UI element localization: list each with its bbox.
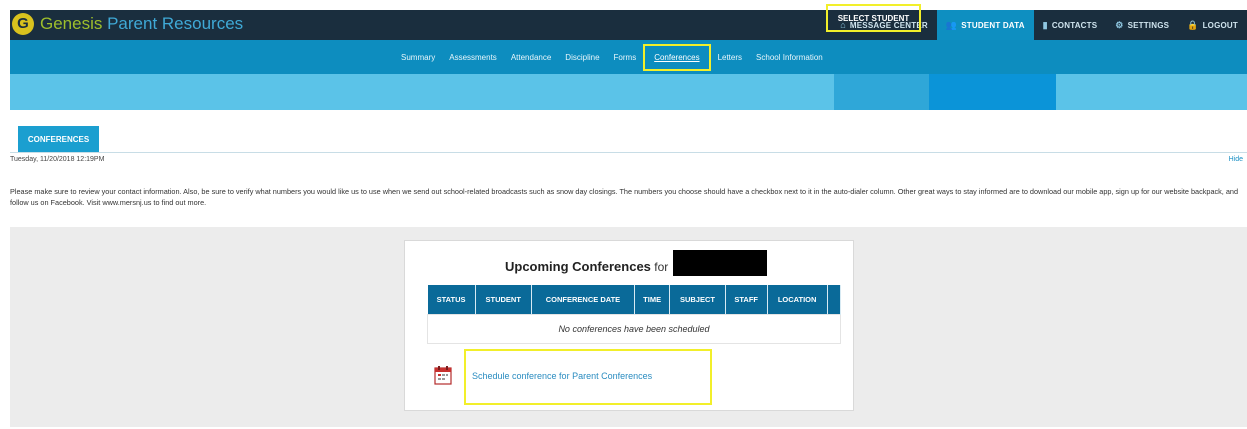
column-header-status[interactable]: STATUS	[427, 285, 476, 314]
column-header-conference-date[interactable]: CONFERENCE DATE	[531, 285, 636, 314]
tab-divider	[10, 152, 1247, 153]
student-bar-segment-dark	[929, 74, 1056, 110]
subnav-links: Summary Assessments Attendance Discipline Fo…	[394, 40, 830, 74]
app-title: Genesis Parent Resources	[40, 14, 243, 34]
student-data-subnav: Summary Assessments Attendance Discipline Fo…	[10, 40, 1247, 74]
subnav-attendance[interactable]: Attendance	[504, 53, 558, 62]
table-header-row: STATUS STUDENT CONFERENCE DATE TIME SUBJECT S…	[427, 285, 842, 314]
column-header-subject[interactable]: SUBJECT	[669, 285, 726, 314]
column-header-location[interactable]: LOCATION	[767, 285, 828, 314]
student-select-bar	[10, 74, 1247, 110]
subnav-conferences[interactable]: Conferences	[643, 43, 711, 71]
topnav-label: SETTINGS	[1127, 20, 1170, 30]
subnav-discipline[interactable]: Discipline	[558, 53, 606, 62]
app-title-rest: Parent Resources	[102, 14, 244, 33]
topnav-contacts[interactable]: ▮ CONTACTS	[1034, 10, 1107, 40]
subnav-school-information[interactable]: School Information	[749, 53, 830, 62]
subnav-assessments[interactable]: Assessments	[442, 53, 504, 62]
upcoming-conferences-panel: Upcoming Conferences for STATUS STUDENT CO…	[404, 240, 854, 411]
subnav-letters[interactable]: Letters	[711, 53, 749, 62]
column-header-spacer	[827, 285, 842, 314]
gear-icon: ⚙	[1115, 19, 1124, 30]
student-bar-segment	[834, 74, 929, 110]
column-header-staff[interactable]: STAFF	[725, 285, 768, 314]
column-header-student[interactable]: STUDENT	[475, 285, 532, 314]
table-row: No conferences have been scheduled	[427, 313, 841, 344]
select-student-button[interactable]: SELECT STUDENT	[826, 4, 921, 32]
topnav-label: STUDENT DATA	[961, 20, 1025, 30]
genesis-logo[interactable]: G	[12, 13, 34, 35]
contact-info-notice: Please make sure to review your contact …	[10, 187, 1239, 207]
topnav-student-data[interactable]: 👥 STUDENT DATA	[936, 10, 1034, 40]
hide-link[interactable]: Hide	[1229, 156, 1243, 163]
column-header-time[interactable]: TIME	[634, 285, 671, 314]
topnav-label: CONTACTS	[1051, 20, 1098, 30]
subnav-summary[interactable]: Summary	[394, 53, 442, 62]
app-title-brand: Genesis	[40, 14, 103, 33]
students-icon: 👥	[945, 19, 958, 30]
current-datetime: Tuesday, 11/20/2018 12:19PM	[10, 156, 105, 163]
top-bar: G Genesis Parent Resources ⌂ MESSAGE CENT…	[10, 10, 1247, 40]
subnav-forms[interactable]: Forms	[607, 53, 644, 62]
topnav-settings[interactable]: ⚙ SETTINGS	[1106, 10, 1178, 40]
topnav-logout[interactable]: 🔒 LOGOUT	[1178, 10, 1247, 40]
empty-message: No conferences have been scheduled	[427, 313, 841, 344]
lock-icon: 🔒	[1187, 19, 1199, 30]
contacts-icon: ▮	[1042, 19, 1048, 30]
panel-title-for: for	[650, 260, 669, 274]
topnav-label: LOGOUT	[1202, 20, 1238, 30]
redacted-student-name	[673, 250, 767, 276]
calendar-icon[interactable]	[433, 365, 453, 385]
panel-title: Upcoming Conferences for	[505, 259, 668, 274]
tab-conferences[interactable]: CONFERENCES	[18, 126, 99, 152]
schedule-conference-link[interactable]: Schedule conference for Parent Conferenc…	[472, 371, 652, 381]
conferences-table: STATUS STUDENT CONFERENCE DATE TIME SUBJECT S…	[427, 285, 842, 344]
panel-title-text: Upcoming Conferences	[505, 259, 651, 274]
